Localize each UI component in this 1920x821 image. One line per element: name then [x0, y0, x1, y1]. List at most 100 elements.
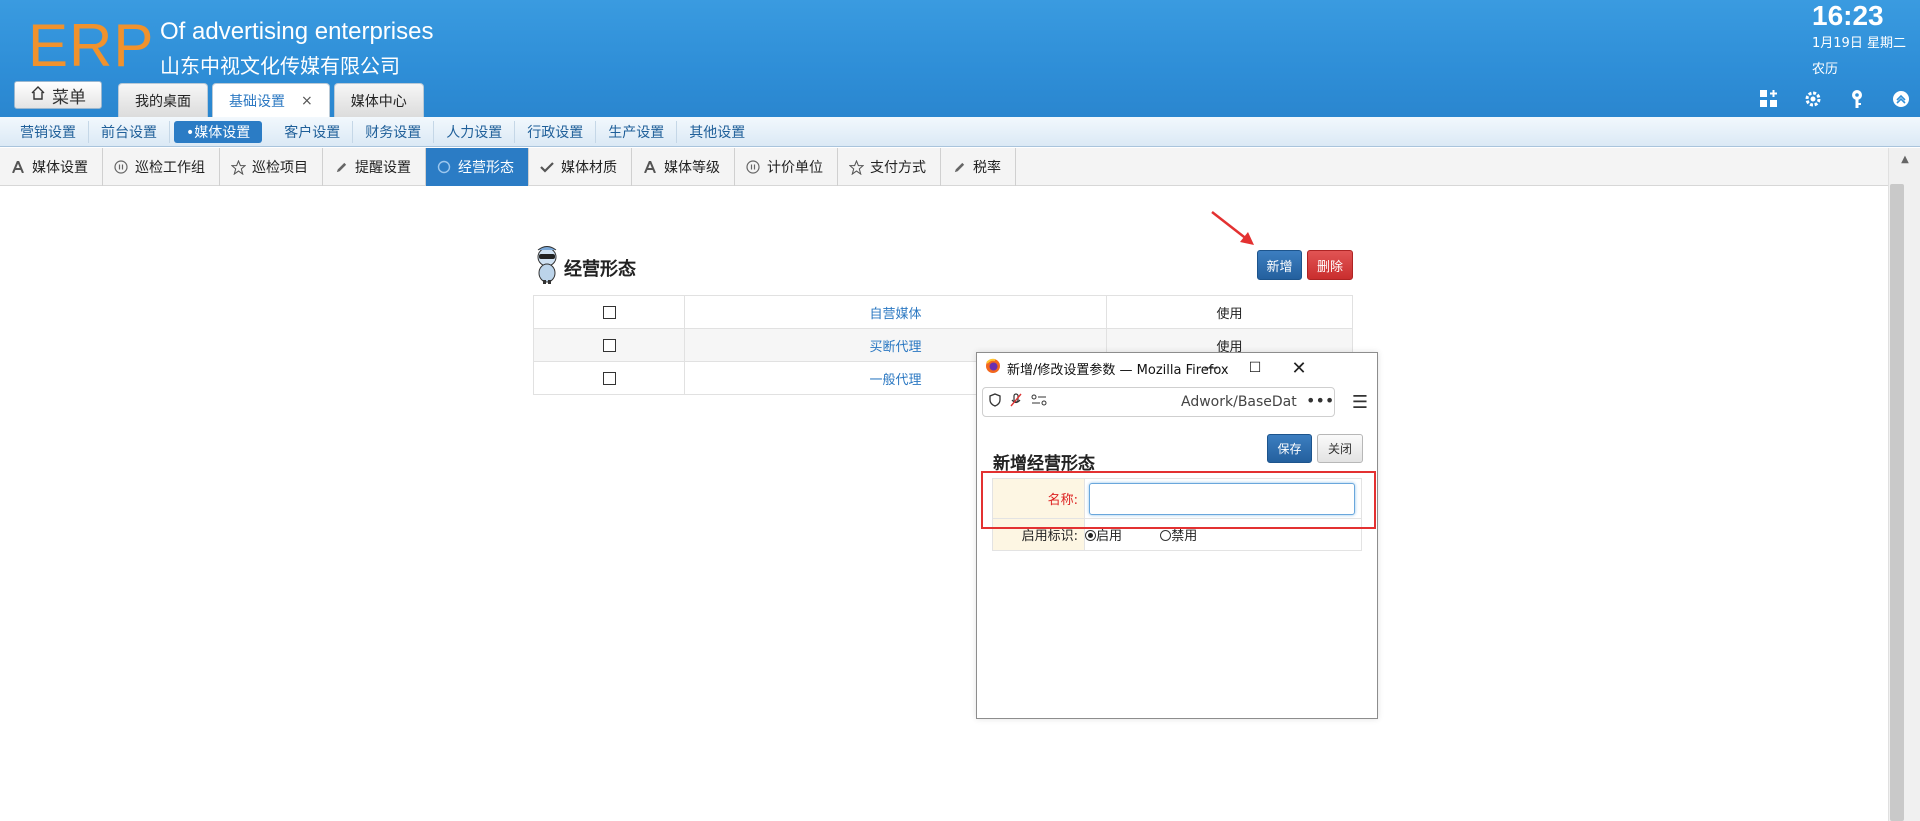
subnav-finance[interactable]: 财务设置: [353, 120, 435, 143]
more-dots-icon[interactable]: •••: [1306, 391, 1334, 410]
tooltab-media-material[interactable]: 媒体材质: [529, 148, 632, 186]
row-select-cell: [533, 328, 685, 362]
row-select-cell: [533, 295, 685, 329]
close-window-icon[interactable]: ✕: [1277, 353, 1321, 383]
row-checkbox[interactable]: [602, 338, 616, 352]
subnav-production[interactable]: 生产设置: [596, 120, 678, 143]
gear-icon[interactable]: [1800, 86, 1826, 112]
table-row[interactable]: 自营媒体 使用: [533, 295, 1353, 329]
firefox-popup-window: 新增/修改设置参数 — Mozilla Firefox — ☐ ✕ Adwork…: [976, 352, 1378, 719]
key-icon[interactable]: [1844, 86, 1870, 112]
subnav-admin[interactable]: 行政设置: [515, 120, 597, 143]
pause-circle-icon: [745, 159, 761, 175]
tab-label: 媒体中心: [350, 93, 407, 110]
tooltab-inspection-item[interactable]: 巡检项目: [220, 148, 323, 186]
tab-label: 基础设置: [229, 93, 285, 110]
minimize-icon[interactable]: —: [1189, 353, 1233, 383]
tooltab-label: 巡检项目: [252, 160, 308, 176]
row-name-link[interactable]: 自营媒体: [684, 295, 1107, 329]
scrollbar-thumb[interactable]: [1890, 184, 1904, 821]
maximize-icon[interactable]: ☐: [1233, 353, 1277, 383]
save-button[interactable]: 保存: [1267, 434, 1312, 463]
shield-icon[interactable]: [989, 393, 1001, 411]
tooltab-payment-method[interactable]: 支付方式: [838, 148, 941, 186]
tooltab-pricing-unit[interactable]: 计价单位: [735, 148, 838, 186]
tooltab-label: 税率: [973, 160, 1001, 176]
subnav-marketing[interactable]: 营销设置: [8, 120, 89, 143]
clock-date: 1月19日 星期二: [1812, 36, 1906, 51]
menu-button[interactable]: 菜单: [14, 81, 102, 109]
permissions-icon[interactable]: [1031, 394, 1047, 410]
flag-label: 启用标识:: [992, 518, 1085, 551]
panel-heading: 经营形态: [534, 246, 636, 289]
settings-category-nav: 营销设置 前台设置 •媒体设置 客户设置 财务设置 人力设置 行政设置 生产设置…: [0, 117, 1920, 147]
tooltab-label: 提醒设置: [355, 160, 411, 176]
letter-a-icon: [10, 159, 26, 175]
mascot-icon: [534, 246, 560, 289]
letter-a-icon: [642, 159, 658, 175]
mic-blocked-icon[interactable]: [1009, 393, 1023, 411]
page-scrollbar[interactable]: ▲ ▲: [1888, 148, 1920, 821]
panel-title: 经营形态: [564, 258, 636, 280]
form-row-enabled-flag: 启用标识: 启用 禁用: [992, 518, 1362, 551]
form-table: 名称: 启用标识: 启用 禁用: [992, 478, 1362, 551]
hamburger-menu-icon[interactable]: ☰: [1347, 389, 1373, 415]
tooltab-media-level[interactable]: 媒体等级: [632, 148, 735, 186]
delete-button[interactable]: 删除: [1307, 250, 1353, 280]
pencil-icon: [333, 159, 349, 175]
chevron-up-circle-icon[interactable]: [1888, 86, 1914, 112]
tooltab-label: 巡检工作组: [135, 160, 205, 176]
tooltab-label: 计价单位: [767, 160, 823, 176]
subnav-hr[interactable]: 人力设置: [434, 120, 516, 143]
row-checkbox[interactable]: [602, 371, 616, 385]
enable-radio-label[interactable]: 启用: [1096, 529, 1122, 544]
erp-logo: ERP: [28, 12, 155, 79]
name-input[interactable]: [1089, 482, 1355, 515]
add-button[interactable]: 新增: [1257, 250, 1302, 280]
name-input-cell: [1084, 478, 1362, 519]
tab-basic-settings[interactable]: 基础设置 ×: [212, 83, 330, 117]
pencil-icon: [951, 159, 967, 175]
url-text[interactable]: Adwork/BaseDat: [1181, 394, 1305, 410]
subnav-other[interactable]: 其他设置: [677, 121, 757, 143]
tooltab-label: 经营形态: [458, 160, 514, 176]
row-checkbox[interactable]: [602, 305, 616, 319]
tab-label: 我的桌面: [135, 93, 191, 110]
tab-media-center[interactable]: 媒体中心: [333, 83, 424, 117]
tooltab-business-form[interactable]: 经营形态: [426, 148, 529, 186]
subnav-customer[interactable]: 客户设置: [272, 120, 354, 143]
top-tab-bar: 我的桌面 基础设置 × 媒体中心: [118, 83, 424, 117]
tooltab-inspection-group[interactable]: 巡检工作组: [103, 148, 220, 186]
tooltab-label: 媒体设置: [32, 160, 88, 176]
subnav-media[interactable]: •媒体设置: [174, 120, 263, 143]
tooltab-tax-rate[interactable]: 税率: [941, 148, 1016, 186]
row-status: 使用: [1106, 295, 1353, 329]
home-icon: [30, 85, 46, 106]
scroll-up-arrow-icon[interactable]: ▲: [1889, 152, 1920, 166]
tooltab-reminder[interactable]: 提醒设置: [323, 148, 426, 186]
check-icon: [539, 159, 555, 175]
disable-radio[interactable]: [1160, 530, 1172, 541]
flag-options-cell: 启用 禁用: [1084, 518, 1362, 551]
company-name-cn: 山东中视文化传媒有限公司: [160, 56, 400, 78]
media-settings-tabs: 媒体设置 巡检工作组 巡检项目 提醒设置 经营形态 媒体材质 媒体等级 计价单位…: [0, 148, 1900, 186]
star-icon: [230, 159, 246, 175]
url-bar[interactable]: Adwork/BaseDat •••: [982, 387, 1335, 417]
disable-radio-label[interactable]: 禁用: [1171, 529, 1197, 544]
lunar-date: 农历: [1812, 62, 1839, 77]
annotation-arrow-icon: [1211, 211, 1254, 245]
menu-label: 菜单: [52, 87, 86, 108]
subnav-front-desk[interactable]: 前台设置: [89, 120, 170, 143]
close-button[interactable]: 关闭: [1317, 434, 1363, 463]
close-tab-icon[interactable]: ×: [301, 93, 313, 109]
tooltab-media-settings[interactable]: 媒体设置: [0, 148, 103, 186]
tooltab-label: 媒体等级: [664, 160, 720, 176]
company-name-en: Of advertising enterprises: [160, 18, 434, 45]
enable-radio[interactable]: [1085, 530, 1096, 541]
grid-add-icon[interactable]: [1756, 86, 1782, 112]
popup-titlebar[interactable]: 新增/修改设置参数 — Mozilla Firefox — ☐ ✕: [977, 353, 1377, 383]
clock-time: 16:23: [1812, 0, 1884, 31]
header-toolbar: [1756, 86, 1914, 112]
tab-my-desktop[interactable]: 我的桌面: [118, 83, 208, 117]
firefox-icon: [985, 358, 1007, 378]
